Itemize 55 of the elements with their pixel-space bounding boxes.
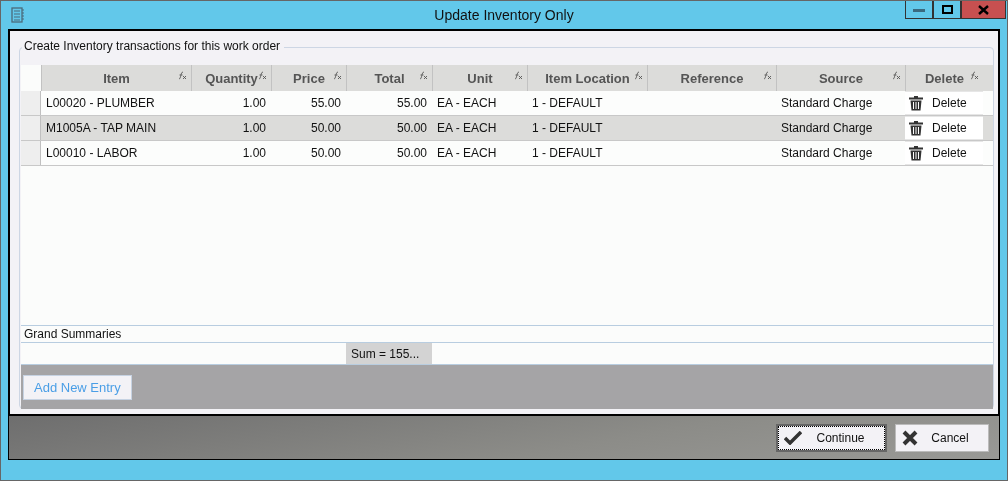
trash-icon bbox=[909, 95, 923, 111]
table-cell: 1 - DEFAULT bbox=[532, 146, 603, 160]
formula-icon bbox=[178, 71, 187, 80]
cancel-button[interactable]: Cancel bbox=[895, 423, 989, 452]
table-cell: Standard Charge bbox=[781, 121, 873, 135]
table-cell: 1.00 bbox=[242, 146, 266, 160]
formula-icon bbox=[763, 71, 772, 80]
close-icon bbox=[978, 4, 989, 15]
minimize-icon bbox=[913, 7, 925, 12]
table-cell: 55.00 bbox=[310, 96, 341, 110]
table-cell: 50.00 bbox=[310, 146, 341, 160]
continue-button[interactable]: Continue bbox=[776, 423, 887, 452]
table-row[interactable]: M1005A - TAP MAIN 1.00 50.00 50.00 EA - EACH 1 - DEFAULT Standard Charge Delete bbox=[21, 116, 993, 141]
table-cell: 1.00 bbox=[242, 121, 266, 135]
table-cell: 1 - DEFAULT bbox=[532, 121, 603, 135]
formula-icon bbox=[514, 71, 523, 80]
table-cell: 55.00 bbox=[396, 96, 427, 110]
table-cell: 50.00 bbox=[310, 121, 341, 135]
formula-icon bbox=[333, 71, 342, 80]
checkmark-icon bbox=[784, 430, 802, 445]
close-icon bbox=[902, 429, 918, 446]
group-legend: Create Inventory transactions for this work order bbox=[22, 39, 285, 53]
delete-button[interactable]: Delete bbox=[905, 117, 983, 139]
table-row[interactable]: L00020 - PLUMBER 1.00 55.00 55.00 EA - EACH 1 - DEFAULT Standard Charge Delete bbox=[21, 91, 993, 116]
table-cell: 50.00 bbox=[396, 121, 427, 135]
table-cell: 1 - DEFAULT bbox=[532, 96, 603, 110]
formula-icon bbox=[258, 71, 267, 80]
table-row[interactable]: L00010 - LABOR 1.00 50.00 50.00 EA - EACH 1 - DEFAULT Standard Charge Delete bbox=[21, 141, 993, 166]
formula-icon bbox=[419, 71, 428, 80]
delete-button[interactable]: Delete bbox=[905, 92, 983, 114]
formula-icon bbox=[634, 71, 643, 80]
minimize-button[interactable] bbox=[905, 1, 933, 19]
notepad-icon bbox=[11, 6, 25, 23]
table-cell: 1.00 bbox=[242, 96, 266, 110]
delete-button[interactable]: Delete bbox=[905, 142, 983, 164]
window-title: Update Inventory Only bbox=[434, 7, 574, 23]
trash-icon bbox=[909, 120, 923, 136]
table-cell: Standard Charge bbox=[781, 146, 873, 160]
maximize-button[interactable] bbox=[933, 1, 961, 19]
table-cell: EA - EACH bbox=[437, 96, 497, 110]
close-button[interactable] bbox=[961, 1, 1006, 19]
corner-header bbox=[21, 65, 41, 91]
maximize-icon bbox=[941, 5, 953, 14]
sum-cell: Sum = 155... bbox=[346, 343, 432, 364]
table-cell: M1005A - TAP MAIN bbox=[46, 121, 157, 135]
trash-icon bbox=[909, 145, 923, 161]
table-cell: L00020 - PLUMBER bbox=[46, 96, 155, 110]
formula-icon bbox=[970, 71, 979, 80]
table-cell: Standard Charge bbox=[781, 96, 873, 110]
table-cell: EA - EACH bbox=[437, 146, 497, 160]
formula-icon bbox=[892, 71, 901, 80]
table-cell: EA - EACH bbox=[437, 121, 497, 135]
summary-title: Grand Summaries bbox=[24, 327, 122, 341]
table-cell: L00010 - LABOR bbox=[46, 146, 138, 160]
table-cell: 50.00 bbox=[396, 146, 427, 160]
